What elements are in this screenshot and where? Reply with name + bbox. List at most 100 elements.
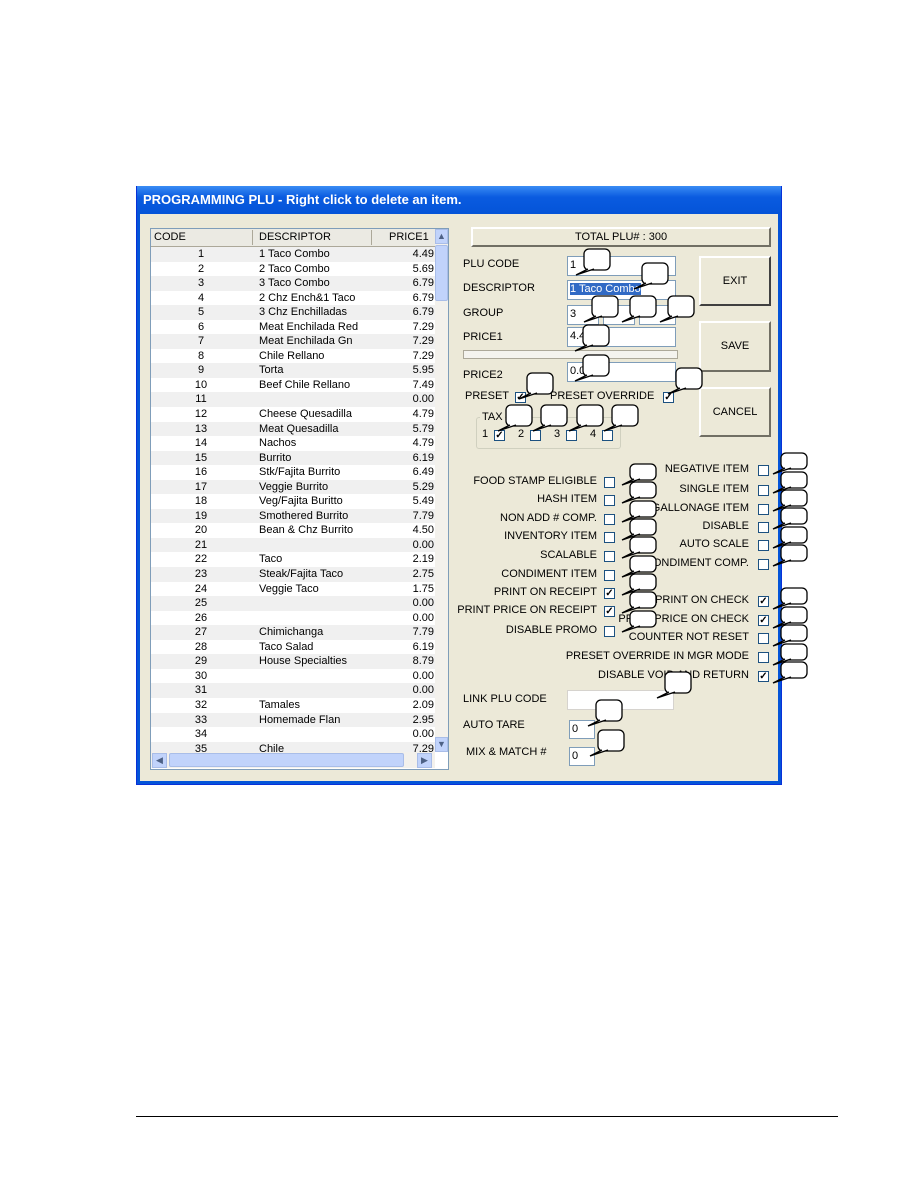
group-input-3[interactable]: 0	[639, 305, 676, 325]
cell-price1: 5.49	[412, 495, 434, 508]
table-row[interactable]: 25 0.00	[151, 596, 435, 611]
table-row[interactable]: 2 2 Taco Combo 5.69	[151, 262, 435, 277]
group-label: GROUP	[463, 307, 504, 319]
option-checkbox[interactable]: ✓	[758, 671, 769, 682]
cell-price1: 4.79	[412, 437, 434, 450]
table-row[interactable]: 22 Taco 2.19	[151, 552, 435, 567]
scroll-right-icon[interactable]: ▶	[417, 753, 432, 768]
horizontal-scrollbar[interactable]: ◀ ▶	[151, 752, 435, 768]
option-checkbox[interactable]: ✓	[758, 596, 769, 607]
option-checkbox[interactable]: ✓	[758, 615, 769, 626]
option-checkbox[interactable]	[604, 551, 615, 562]
option-checkbox[interactable]	[758, 465, 769, 476]
table-row[interactable]: 9 Torta 5.95	[151, 363, 435, 378]
table-row[interactable]: 18 Veg/Fajita Buritto 5.49	[151, 494, 435, 509]
option-checkbox[interactable]	[604, 532, 615, 543]
table-row[interactable]: 33 Homemade Flan 2.95	[151, 712, 435, 728]
table-row[interactable]: 1 1 Taco Combo 4.49	[151, 247, 435, 262]
auto-tare-input[interactable]: 0	[569, 720, 595, 739]
option-checkbox[interactable]	[604, 626, 615, 637]
table-row[interactable]: 15 Burrito 6.19	[151, 450, 435, 466]
option-checkbox[interactable]	[758, 540, 769, 551]
vertical-scrollbar[interactable]: ▲ ▼	[435, 229, 448, 752]
option-checkbox[interactable]	[758, 559, 769, 570]
horizontal-scroll-thumb[interactable]	[169, 753, 404, 767]
cell-price1: 0.00	[412, 538, 434, 551]
option-checkbox[interactable]	[758, 504, 769, 515]
price1-input[interactable]: 4.49	[567, 327, 676, 347]
table-row[interactable]: 6 Meat Enchilada Red 7.29	[151, 320, 435, 335]
exit-button[interactable]: EXIT	[699, 256, 771, 306]
manual-page: PROGRAMMING PLU - Right click to delete …	[0, 0, 918, 1188]
option-label: DISABLE VOID AND RETURN	[598, 669, 749, 681]
table-row[interactable]: 14 Nachos 4.79	[151, 436, 435, 451]
preset-override-checkbox[interactable]: ✓	[663, 392, 674, 403]
tax-4-checkbox[interactable]	[602, 430, 613, 441]
table-row[interactable]: 5 3 Chz Enchilladas 6.79	[151, 305, 435, 320]
table-row[interactable]: 16 Stk/Fajita Burrito 6.49	[151, 465, 435, 480]
option-checkbox[interactable]	[604, 570, 615, 581]
table-row[interactable]: 13 Meat Quesadilla 5.79	[151, 421, 435, 437]
table-row[interactable]: 20 Bean & Chz Burrito 4.50	[151, 523, 435, 538]
table-row[interactable]: 7 Meat Enchilada Gn 7.29	[151, 334, 435, 349]
table-row[interactable]: 34 0.00	[151, 727, 435, 742]
group-input-1[interactable]: 3	[567, 305, 599, 325]
table-row[interactable]: 17 Veggie Burrito 5.29	[151, 479, 435, 495]
tax-3-checkbox[interactable]	[566, 430, 577, 441]
scroll-down-icon[interactable]: ▼	[435, 737, 448, 752]
option-label: DISABLE PROMO	[505, 624, 597, 636]
option-checkbox[interactable]	[604, 514, 615, 525]
link-plu-code-input[interactable]	[567, 690, 674, 710]
option-checkbox[interactable]	[604, 495, 615, 506]
table-row[interactable]: 24 Veggie Taco 1.75	[151, 582, 435, 597]
table-row[interactable]: 28 Taco Salad 6.19	[151, 640, 435, 655]
table-row[interactable]: 26 0.00	[151, 611, 435, 626]
plu-code-input[interactable]: 1	[567, 256, 676, 276]
scroll-left-icon[interactable]: ◀	[152, 753, 167, 768]
vertical-scroll-thumb[interactable]	[435, 245, 448, 301]
mix-match-input[interactable]: 0	[569, 747, 595, 766]
cancel-button[interactable]: CANCEL	[699, 387, 771, 437]
table-row[interactable]: 19 Smothered Burrito 7.79	[151, 508, 435, 524]
cell-code: 17	[194, 480, 208, 493]
link-plu-code-label: LINK PLU CODE	[463, 693, 547, 705]
option-checkbox[interactable]: ✓	[604, 606, 615, 617]
preset-checkbox[interactable]: ✓	[515, 392, 526, 403]
preset-override-label: PRESET OVERRIDE	[550, 390, 655, 402]
option-checkbox[interactable]	[604, 477, 615, 488]
table-row[interactable]: 32 Tamales 2.09	[151, 698, 435, 713]
option-checkbox[interactable]	[758, 652, 769, 663]
option-checkbox[interactable]	[758, 633, 769, 644]
cell-price1: 0.00	[412, 393, 434, 406]
cell-price1: 6.79	[412, 291, 434, 304]
table-row[interactable]: 27 Chimichanga 7.79	[151, 625, 435, 640]
plu-list[interactable]: CODE DESCRIPTOR PRICE1 1 1 Taco Combo 4.49…	[150, 228, 449, 770]
table-row[interactable]: 30 0.00	[151, 669, 435, 684]
cell-price1: 6.79	[412, 277, 434, 290]
auto-tare-label: AUTO TARE	[463, 719, 525, 731]
tax-1-checkbox[interactable]: ✓	[494, 430, 505, 441]
table-row[interactable]: 23 Steak/Fajita Taco 2.75	[151, 567, 435, 582]
scroll-up-icon[interactable]: ▲	[435, 229, 448, 244]
option-checkbox[interactable]	[758, 522, 769, 533]
option-checkbox[interactable]: ✓	[604, 588, 615, 599]
save-button[interactable]: SAVE	[699, 321, 771, 372]
table-row[interactable]: 11 0.00	[151, 392, 435, 408]
descriptor-input[interactable]: 1 Taco Combo	[567, 280, 676, 300]
cell-code: 19	[194, 509, 208, 522]
column-header-price1[interactable]: PRICE1	[389, 231, 429, 243]
table-row[interactable]: 12 Cheese Quesadilla 4.79	[151, 407, 435, 422]
option-checkbox[interactable]	[758, 485, 769, 496]
tax-2-checkbox[interactable]	[530, 430, 541, 441]
group-input-2[interactable]: 0	[603, 305, 635, 325]
table-row[interactable]: 8 Chile Rellano 7.29	[151, 349, 435, 364]
table-row[interactable]: 21 0.00	[151, 537, 435, 553]
table-row[interactable]: 29 House Specialties 8.79	[151, 654, 435, 669]
table-row[interactable]: 31 0.00	[151, 683, 435, 698]
column-header-descriptor[interactable]: DESCRIPTOR	[259, 231, 331, 243]
table-row[interactable]: 10 Beef Chile Rellano 7.49	[151, 378, 435, 393]
table-row[interactable]: 3 3 Taco Combo 6.79	[151, 276, 435, 291]
price2-input[interactable]: 0.00	[567, 362, 676, 382]
column-header-code[interactable]: CODE	[154, 231, 186, 243]
table-row[interactable]: 4 2 Chz Ench&1 Taco 6.79	[151, 291, 435, 306]
